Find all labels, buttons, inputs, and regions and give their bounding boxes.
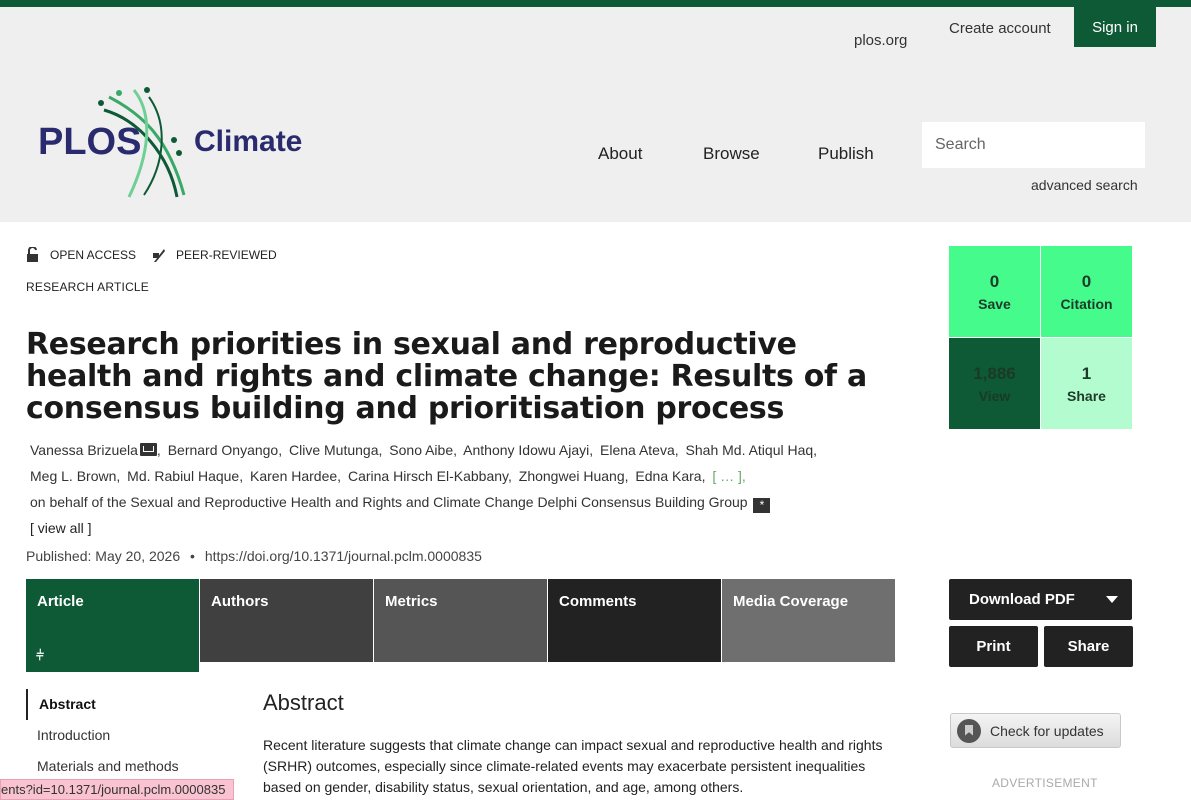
author-name[interactable]: Sono Aibe, bbox=[389, 442, 457, 458]
asterisk-icon[interactable]: * bbox=[753, 498, 771, 513]
author-name[interactable]: Vanessa Brizuela, bbox=[30, 442, 161, 458]
advertisement-label: ADVERTISEMENT bbox=[992, 776, 1098, 790]
toc-item-abstract[interactable]: Abstract bbox=[26, 689, 190, 720]
top-accent-bar bbox=[0, 0, 1191, 7]
table-of-contents: Abstract Introduction Materials and meth… bbox=[26, 689, 190, 782]
logo-plos-text: PLOS bbox=[38, 121, 142, 163]
chevron-double-down-icon: ⫩ bbox=[36, 647, 45, 663]
group-author[interactable]: on behalf of the Sexual and Reproductive… bbox=[30, 494, 771, 513]
published-date: May 20, 2026 bbox=[95, 548, 181, 564]
author-name[interactable]: Md. Rabiul Haque, bbox=[127, 468, 243, 484]
separator-dot: • bbox=[190, 548, 195, 564]
author-name[interactable]: Bernard Onyango, bbox=[168, 442, 282, 458]
caret-down-icon[interactable] bbox=[1106, 596, 1118, 603]
author-name[interactable]: Edna Kara, bbox=[635, 468, 705, 484]
doi-link[interactable]: https://doi.org/10.1371/journal.pclm.000… bbox=[205, 548, 482, 564]
tab-media-coverage[interactable]: Media Coverage bbox=[722, 579, 895, 662]
author-name[interactable]: Anthony Idowu Ajayi, bbox=[463, 442, 593, 458]
article-title: Research priorities in sexual and reprod… bbox=[26, 327, 867, 426]
print-button[interactable]: Print bbox=[949, 626, 1038, 667]
download-pdf-button[interactable]: Download PDF bbox=[949, 579, 1132, 620]
site-header: plos.org Create account Sign in PLOS Cli… bbox=[0, 7, 1191, 222]
published-label: Published: bbox=[26, 548, 92, 564]
publication-info: Published: May 20, 2026 • https://doi.or… bbox=[26, 548, 482, 564]
author-name[interactable]: Elena Ateva, bbox=[600, 442, 679, 458]
toc-item-introduction[interactable]: Introduction bbox=[26, 720, 190, 751]
metric-save[interactable]: 0 Save bbox=[949, 246, 1040, 337]
article-type: RESEARCH ARTICLE bbox=[26, 280, 150, 294]
nav-browse[interactable]: Browse bbox=[703, 144, 760, 164]
author-name[interactable]: Clive Mutunga, bbox=[289, 442, 382, 458]
open-access-label: OPEN ACCESS bbox=[50, 248, 137, 262]
create-account-link[interactable]: Create account bbox=[949, 20, 1051, 37]
sign-in-button[interactable]: Sign in bbox=[1074, 7, 1156, 47]
metric-share[interactable]: 1 Share bbox=[1041, 338, 1132, 429]
nav-publish[interactable]: Publish bbox=[818, 144, 874, 164]
toc-item-materials-methods[interactable]: Materials and methods bbox=[26, 751, 190, 782]
abstract-heading: Abstract bbox=[263, 690, 344, 715]
authors-ellipsis[interactable]: [ … ], bbox=[712, 468, 745, 484]
author-name[interactable]: Carina Hirsch El-Kabbany, bbox=[348, 468, 512, 484]
author-name[interactable]: Zhongwei Huang, bbox=[519, 468, 629, 484]
nav-about[interactable]: About bbox=[598, 144, 642, 164]
bookmark-icon bbox=[957, 718, 981, 743]
metric-view[interactable]: 1,886 View bbox=[949, 338, 1040, 429]
article-tabs: Article ⫩ Authors Metrics Comments Media… bbox=[26, 579, 896, 672]
open-lock-icon bbox=[27, 247, 38, 262]
email-icon[interactable] bbox=[139, 443, 157, 456]
share-button[interactable]: Share bbox=[1044, 626, 1133, 667]
author-name[interactable]: Shah Md. Atiqul Haq, bbox=[686, 442, 818, 458]
peer-reviewed-label: PEER-REVIEWED bbox=[176, 248, 277, 262]
peer-reviewed-icon bbox=[153, 249, 166, 262]
check-for-updates-button[interactable]: Check for updates bbox=[950, 713, 1121, 748]
logo-journal-text: Climate bbox=[194, 125, 303, 158]
tab-metrics[interactable]: Metrics bbox=[374, 579, 547, 662]
author-name[interactable]: Karen Hardee, bbox=[250, 468, 341, 484]
article-metrics: 0 Save 0 Citation 1,886 View 1 Share bbox=[949, 246, 1133, 429]
tab-authors[interactable]: Authors bbox=[200, 579, 373, 662]
advanced-search-link[interactable]: advanced search bbox=[1031, 177, 1138, 193]
browser-status-url: ents?id=10.1371/journal.pclm.0000835 bbox=[0, 779, 235, 800]
plos-climate-logo[interactable]: PLOS Climate bbox=[34, 85, 334, 200]
author-name[interactable]: Meg L. Brown, bbox=[30, 468, 120, 484]
tab-comments[interactable]: Comments bbox=[548, 579, 721, 662]
view-all-authors-link[interactable]: [ view all ] bbox=[30, 515, 900, 541]
tab-article[interactable]: Article ⫩ bbox=[26, 579, 199, 672]
metric-citation[interactable]: 0 Citation bbox=[1041, 246, 1132, 337]
article-badges: OPEN ACCESS PEER-REVIEWED bbox=[26, 247, 277, 263]
author-list: Vanessa Brizuela, Bernard Onyango, Clive… bbox=[30, 437, 900, 541]
abstract-text: Recent literature suggests that climate … bbox=[263, 737, 883, 795]
search-input[interactable] bbox=[922, 122, 1145, 168]
